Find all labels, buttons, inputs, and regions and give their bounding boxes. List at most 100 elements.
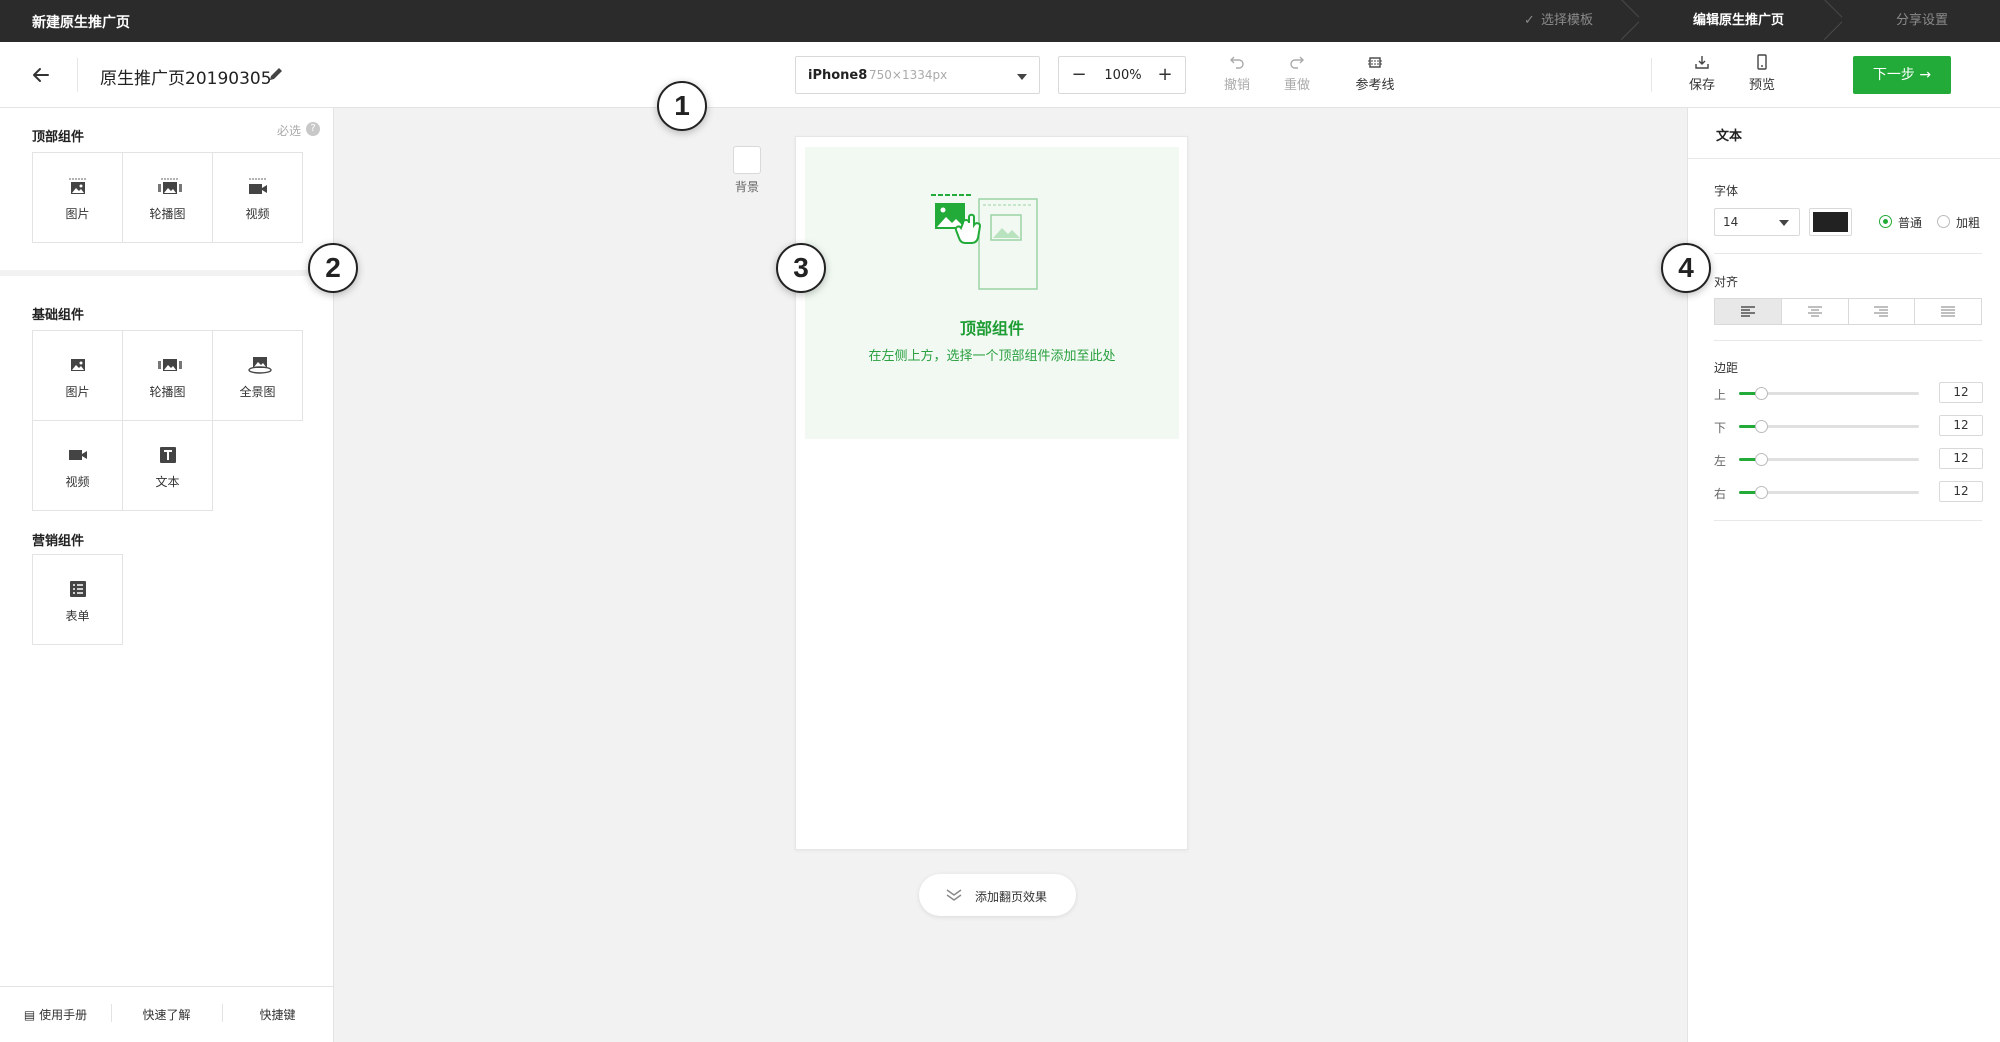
slider-thumb[interactable] (1754, 420, 1768, 433)
margin-side-label: 左 (1714, 454, 1727, 468)
help-icon[interactable]: ? (306, 122, 320, 136)
back-button[interactable] (28, 62, 54, 88)
component-top-image[interactable]: 图片 (33, 153, 123, 243)
top-component-placeholder[interactable]: 顶部组件 在左侧上方，选择一个顶部组件添加至此处 (805, 147, 1179, 439)
slider-thumb[interactable] (1754, 387, 1768, 400)
top-bar: 新建原生推广页 ✓ 选择模板 编辑原生推广页 分享设置 (0, 0, 2000, 42)
manual-link[interactable]: ▤ 使用手册 (0, 1006, 111, 1023)
quick-intro-link[interactable]: 快速了解 (111, 1004, 222, 1023)
page-effect-label: 添加翻页效果 (975, 890, 1048, 904)
top-components-grid: 图片 轮播图 视频 (32, 152, 303, 243)
marketing-components-grid: 表单 (32, 554, 123, 645)
device-select[interactable]: iPhone8 750×1334px (795, 56, 1040, 94)
margin-side-label: 右 (1714, 487, 1727, 501)
component-label: 视频 (65, 475, 90, 489)
device-size: 750×1334px (869, 68, 948, 82)
margin-left-input[interactable]: 12 (1939, 448, 1983, 469)
step-label: 分享设置 (1895, 13, 1948, 28)
redo-button[interactable]: 重做 (1272, 52, 1322, 100)
align-center-button[interactable] (1782, 299, 1849, 324)
guides-button[interactable]: 参考线 (1350, 52, 1400, 100)
component-basic-text[interactable]: 文本 (123, 421, 213, 511)
callout-4: 4 (1661, 243, 1711, 293)
component-top-video[interactable]: 视频 (213, 153, 303, 243)
margin-bottom-slider[interactable] (1739, 420, 1919, 433)
component-label: 文本 (155, 475, 180, 489)
background-swatch[interactable] (733, 146, 761, 174)
font-weight-normal-radio[interactable]: 普通 (1879, 214, 1922, 231)
preview-button[interactable]: 预览 (1737, 52, 1787, 100)
save-button[interactable]: 保存 (1677, 52, 1727, 100)
align-left-icon (1740, 305, 1755, 317)
component-label: 图片 (65, 207, 90, 221)
section-divider (1714, 340, 1982, 341)
margin-top-slider[interactable] (1739, 387, 1919, 400)
panel-title-divider (1688, 158, 2000, 159)
arrow-right-icon: → (1919, 67, 1932, 83)
margin-left-slider[interactable] (1739, 453, 1919, 466)
component-label: 轮播图 (149, 385, 186, 399)
link-label: 快捷键 (259, 1008, 296, 1022)
font-weight-bold-radio[interactable]: 加粗 (1937, 214, 1980, 231)
step-share-settings[interactable]: 分享设置 (1836, 0, 2000, 42)
component-label: 视频 (245, 207, 270, 221)
step-edit-page[interactable]: 编辑原生推广页 (1633, 0, 1836, 42)
background-label: 背景 (734, 180, 759, 194)
zoom-in-button[interactable]: + (1153, 63, 1177, 87)
component-label: 全景图 (239, 385, 276, 399)
callout-2: 2 (308, 243, 358, 293)
margin-top-input[interactable]: 12 (1939, 382, 1983, 403)
align-left-button[interactable] (1715, 299, 1782, 324)
font-size-select[interactable]: 14 (1714, 208, 1800, 236)
component-basic-video[interactable]: 视频 (33, 421, 123, 511)
redo-label: 重做 (1283, 78, 1310, 93)
marketing-components-title: 营销组件 (32, 534, 85, 549)
component-panel: 顶部组件 必选 ? 图片 轮播图 视频 基础组件 图片 轮播图 全景图 视频 文… (0, 108, 334, 1042)
component-basic-image[interactable]: 图片 (33, 331, 123, 421)
component-form[interactable]: 表单 (33, 555, 123, 645)
zoom-out-button[interactable]: − (1067, 63, 1091, 87)
component-basic-carousel[interactable]: 轮播图 (123, 331, 213, 421)
undo-button[interactable]: 撤销 (1212, 52, 1262, 100)
font-color-picker[interactable] (1809, 208, 1852, 236)
component-top-carousel[interactable]: 轮播图 (123, 153, 213, 243)
align-right-icon (1874, 305, 1889, 317)
margin-left-row: 左 12 (1714, 448, 1983, 469)
add-page-effect-button[interactable]: 添加翻页效果 (919, 874, 1076, 916)
redo-icon (1290, 56, 1304, 69)
zoom-level: 100% (1104, 68, 1142, 83)
margin-right-slider[interactable] (1739, 486, 1919, 499)
align-right-button[interactable] (1849, 299, 1916, 324)
component-basic-panorama[interactable]: 全景图 (213, 331, 303, 421)
zoom-control: − 100% + (1058, 56, 1186, 94)
margin-right-input[interactable]: 12 (1939, 481, 1983, 502)
slider-thumb[interactable] (1754, 486, 1768, 499)
video-icon (247, 177, 269, 197)
placeholder-title: 顶部组件 (959, 319, 1024, 338)
margin-bottom-input[interactable]: 12 (1939, 415, 1983, 436)
component-label: 图片 (65, 385, 90, 399)
double-chevron-down-icon (946, 889, 962, 901)
arrow-left-icon (33, 68, 49, 82)
component-label: 轮播图 (149, 207, 186, 221)
align-justify-button[interactable] (1915, 299, 1981, 324)
phone-canvas[interactable]: 顶部组件 在左侧上方，选择一个顶部组件添加至此处 (795, 136, 1188, 850)
basic-components-title: 基础组件 (32, 308, 85, 323)
toolbar-divider (77, 58, 78, 92)
shortcuts-link[interactable]: 快捷键 (222, 1004, 333, 1023)
text-icon (157, 445, 179, 465)
next-step-button[interactable]: 下一步 → (1853, 56, 1951, 94)
step-select-template[interactable]: ✓ 选择模板 (1454, 0, 1633, 42)
section-divider (1714, 520, 1982, 521)
check-icon: ✓ (1524, 13, 1535, 28)
margin-bottom-row: 下 12 (1714, 415, 1983, 436)
callout-1: 1 (657, 81, 707, 131)
properties-panel: 文本 字体 14 普通 加粗 对齐 边距 上 12 下 12 左 12 右 12 (1687, 108, 2000, 1042)
pencil-icon[interactable] (268, 66, 284, 82)
drag-image-illustration (931, 194, 1038, 290)
caret-down-icon (1779, 220, 1789, 226)
section-divider (0, 270, 333, 276)
page-name: 原生推广页20190305 (100, 69, 272, 89)
image-icon (67, 177, 89, 197)
slider-thumb[interactable] (1754, 453, 1768, 466)
